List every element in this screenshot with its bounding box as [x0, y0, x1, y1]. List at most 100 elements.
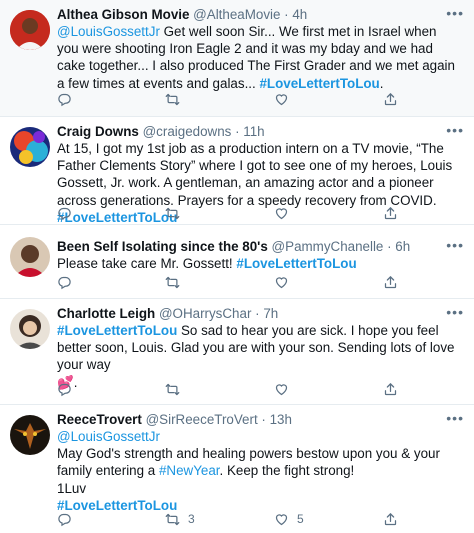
reply-button[interactable]: [57, 381, 80, 397]
tweet-text: @LouisGossettJr Get well soon Sir... We …: [57, 23, 460, 92]
more-icon[interactable]: •••: [446, 6, 464, 20]
hashtag-link-newyear[interactable]: #NewYear: [159, 463, 220, 478]
user-handle[interactable]: @craigedowns: [143, 124, 232, 139]
retweet-button[interactable]: [165, 274, 188, 290]
retweet-icon: [165, 512, 180, 527]
timestamp[interactable]: 6h: [395, 239, 410, 254]
retweet-icon: [165, 206, 180, 221]
mention-link[interactable]: @LouisGossettJr: [57, 429, 160, 444]
separator: ·: [383, 239, 396, 254]
share-icon: [383, 382, 398, 397]
hashtag-link[interactable]: #LoveLettertToLou: [236, 256, 356, 271]
separator: ·: [231, 124, 244, 139]
like-button[interactable]: 5: [274, 511, 304, 527]
separator: ·: [280, 7, 293, 22]
tweet-body-line: 1Luv: [57, 480, 87, 496]
hashtag-link[interactable]: #LoveLettertToLou: [57, 323, 177, 338]
avatar[interactable]: [10, 309, 50, 349]
heart-icon: [274, 382, 289, 397]
like-button[interactable]: [274, 91, 297, 107]
like-button[interactable]: [274, 205, 297, 221]
tweet-charlotte[interactable]: Charlotte Leigh @OHarrysChar · 7h #LoveL…: [0, 299, 474, 405]
tweet-pammy[interactable]: Been Self Isolating since the 80's @Pamm…: [0, 225, 474, 299]
like-button[interactable]: [274, 381, 297, 397]
tweet-actions: [57, 274, 397, 290]
retweet-icon: [165, 92, 180, 107]
heart-icon: [274, 206, 289, 221]
tweet-actions: [57, 381, 397, 397]
more-icon[interactable]: •••: [446, 123, 464, 137]
mention-link[interactable]: @LouisGossettJr: [57, 24, 160, 39]
reply-icon: [57, 512, 72, 527]
avatar-image-icon: [10, 237, 50, 277]
tweet-header: Been Self Isolating since the 80's @Pamm…: [57, 238, 460, 255]
tweet-actions: 3 5: [57, 511, 397, 527]
tweet-header: Althea Gibson Movie @AltheaMovie · 4h: [57, 6, 460, 23]
tweet-text: @LouisGossettJr May God's strength and h…: [57, 428, 460, 514]
tweet-body-text-2: . Keep the fight strong!: [219, 463, 355, 479]
tweet-althea[interactable]: Althea Gibson Movie @AltheaMovie · 4h @L…: [0, 0, 474, 117]
reply-icon: [57, 206, 72, 221]
avatar[interactable]: [10, 415, 50, 455]
retweet-icon: [165, 275, 180, 290]
avatar[interactable]: [10, 10, 50, 50]
tweet-actions: [57, 91, 397, 107]
share-button[interactable]: [383, 91, 398, 107]
timestamp[interactable]: 4h: [292, 7, 307, 22]
tweet-actions: [57, 205, 397, 221]
tweet-header: ReeceTrovert @SirReeceTroVert · 13h: [57, 411, 460, 428]
share-button[interactable]: [383, 381, 398, 397]
reply-button[interactable]: [57, 91, 80, 107]
reply-button[interactable]: [57, 274, 80, 290]
more-icon[interactable]: •••: [446, 238, 464, 252]
avatar-image-icon: [10, 10, 50, 50]
retweet-button[interactable]: [165, 91, 188, 107]
share-icon: [383, 275, 398, 290]
timestamp[interactable]: 13h: [270, 412, 292, 427]
more-icon[interactable]: •••: [446, 305, 464, 319]
share-icon: [383, 206, 398, 221]
share-button[interactable]: [383, 274, 398, 290]
share-icon: [383, 92, 398, 107]
reply-button[interactable]: [57, 205, 80, 221]
retweet-button[interactable]: [165, 381, 188, 397]
retweet-button[interactable]: 3: [165, 511, 195, 527]
display-name[interactable]: Craig Downs: [57, 124, 139, 139]
tweet-craig[interactable]: Craig Downs @craigedowns · 11h At 15, I …: [0, 117, 474, 225]
retweet-icon: [165, 382, 180, 397]
timestamp[interactable]: 7h: [263, 306, 278, 321]
like-button[interactable]: [274, 274, 297, 290]
user-handle[interactable]: @OHarrysChar: [159, 306, 251, 321]
like-count: 5: [297, 512, 304, 526]
tweet-header: Craig Downs @craigedowns · 11h: [57, 123, 460, 140]
reply-icon: [57, 382, 72, 397]
retweet-button[interactable]: [165, 205, 188, 221]
avatar-image-icon: [10, 309, 50, 349]
user-handle[interactable]: @PammyChanelle: [272, 239, 384, 254]
display-name[interactable]: Been Self Isolating since the 80's: [57, 239, 268, 254]
more-icon[interactable]: •••: [446, 411, 464, 425]
hashtag-link[interactable]: #LoveLettertToLou: [259, 76, 379, 91]
display-name[interactable]: Charlotte Leigh: [57, 306, 155, 321]
tweet-body-text: Please take care Mr. Gossett!: [57, 256, 237, 271]
tweet-tail: .: [379, 75, 384, 91]
reply-button[interactable]: [57, 511, 80, 527]
reply-icon: [57, 275, 72, 290]
display-name[interactable]: Althea Gibson Movie: [57, 7, 189, 22]
share-button[interactable]: [383, 205, 398, 221]
timestamp[interactable]: 11h: [243, 124, 264, 139]
user-handle[interactable]: @AltheaMovie: [193, 7, 280, 22]
tweet-reece[interactable]: ReeceTrovert @SirReeceTroVert · 13h @Lou…: [0, 405, 474, 533]
user-handle[interactable]: @SirReeceTroVert: [146, 412, 258, 427]
avatar-image-icon: [10, 415, 50, 455]
separator: ·: [257, 412, 270, 427]
retweet-count: 3: [188, 512, 195, 526]
heart-icon: [274, 275, 289, 290]
avatar[interactable]: [10, 127, 50, 167]
share-button[interactable]: [383, 511, 398, 527]
reply-icon: [57, 92, 72, 107]
share-icon: [383, 512, 398, 527]
heart-icon: [274, 512, 289, 527]
avatar[interactable]: [10, 237, 50, 277]
display-name[interactable]: ReeceTrovert: [57, 412, 142, 427]
